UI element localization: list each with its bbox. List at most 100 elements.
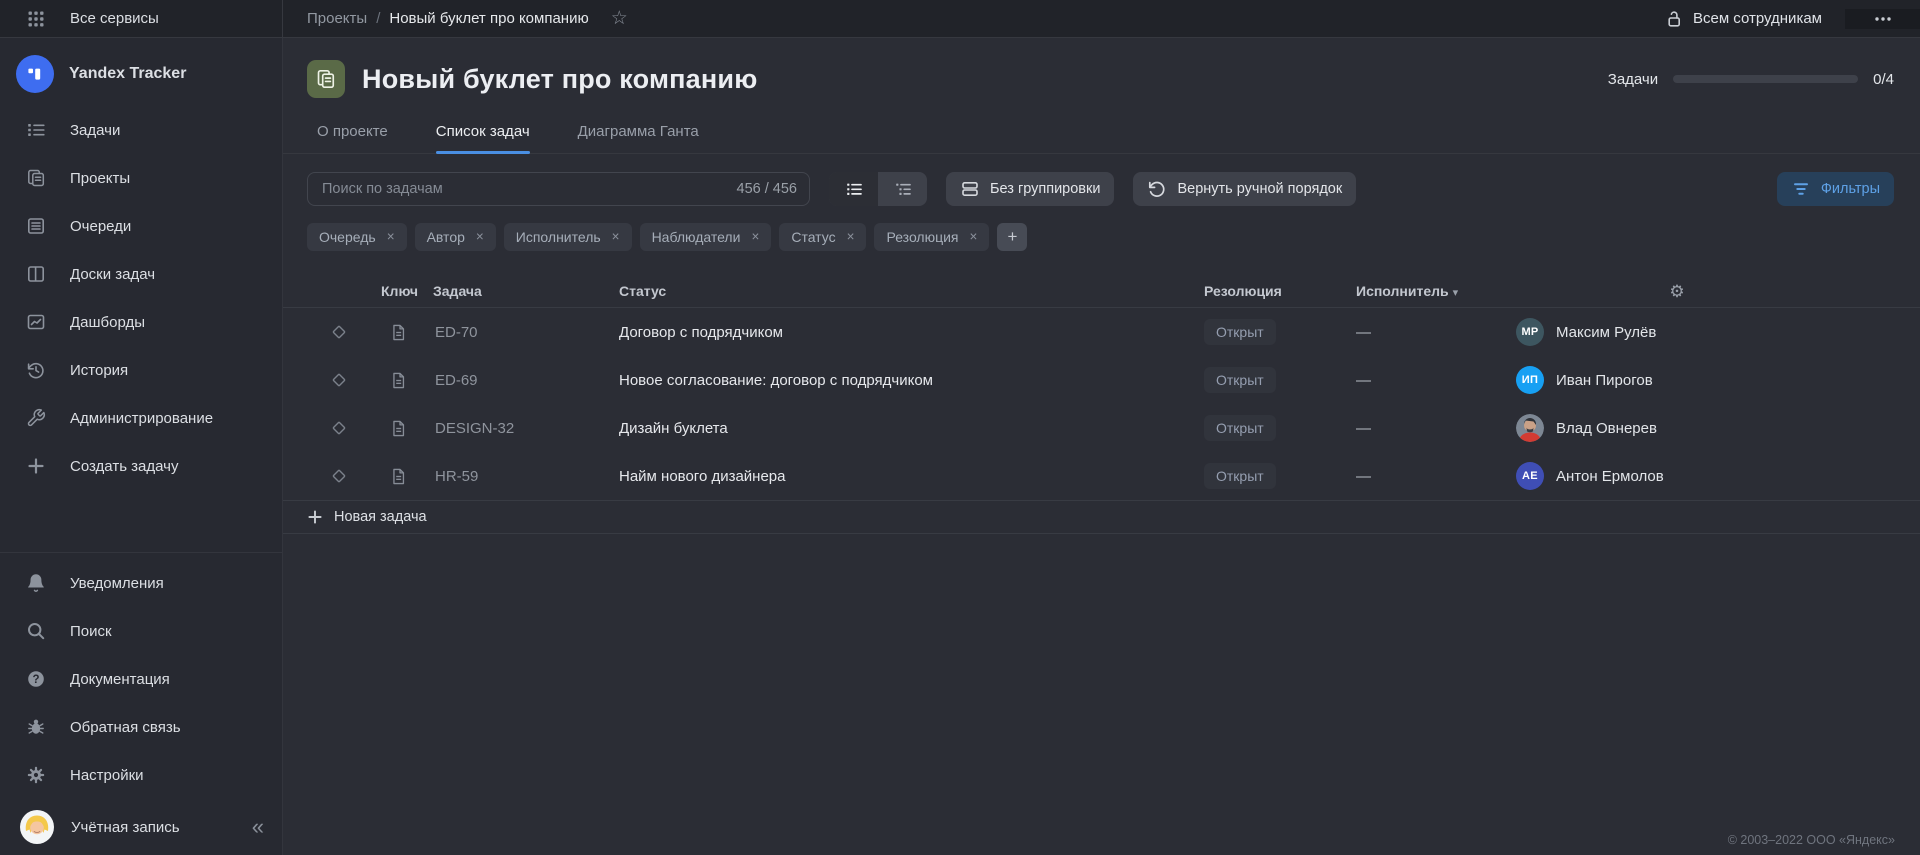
access-button[interactable]: Всем сотрудникам xyxy=(1663,9,1844,29)
plus-icon xyxy=(25,456,47,476)
bug-icon xyxy=(25,717,47,737)
drag-diamond-icon[interactable] xyxy=(329,370,349,390)
drag-diamond-icon[interactable] xyxy=(329,418,349,438)
sidebar-item-projects[interactable]: Проекты xyxy=(0,154,282,202)
filter-chips: Очередь × Автор × Исполнитель × Наблюдат… xyxy=(283,223,1920,251)
assignee-cell[interactable]: ИП Иван Пирогов xyxy=(1508,366,1846,394)
chip-label: Статус xyxy=(791,229,835,245)
table-settings-gear-icon[interactable]: ⚙ xyxy=(1669,283,1684,300)
table-row[interactable]: DESIGN-32 Дизайн буклета Открыт — xyxy=(283,404,1920,452)
assignee-cell[interactable]: Влад Овнерев xyxy=(1508,414,1846,442)
column-header-task[interactable]: Задача xyxy=(425,283,611,299)
avatar: ИП xyxy=(1516,366,1544,394)
drag-diamond-icon[interactable] xyxy=(329,322,349,342)
sidebar-item-boards[interactable]: Доски задач xyxy=(0,250,282,298)
task-key[interactable]: DESIGN-32 xyxy=(425,420,611,437)
sidebar-item-label: Доски задач xyxy=(70,266,155,283)
copyright-text: © 2003–2022 ООО «Яндекс» xyxy=(1728,833,1895,847)
task-title[interactable]: Договор с подрядчиком xyxy=(611,324,1196,341)
assignee-name: Иван Пирогов xyxy=(1556,372,1653,389)
resolution-value: — xyxy=(1348,372,1508,389)
task-key[interactable]: ED-69 xyxy=(425,372,611,389)
sidebar-item-search[interactable]: Поиск xyxy=(0,607,282,655)
sidebar-item-feedback[interactable]: Обратная связь xyxy=(0,703,282,751)
status-badge[interactable]: Открыт xyxy=(1204,463,1276,489)
sidebar-item-label: Очереди xyxy=(70,218,131,235)
task-title[interactable]: Дизайн буклета xyxy=(611,420,1196,437)
filter-chip-author[interactable]: Автор × xyxy=(415,223,496,251)
sidebar-item-account[interactable]: Учётная запись « xyxy=(0,799,282,855)
close-icon[interactable]: × xyxy=(847,230,855,244)
sidebar-item-tasks[interactable]: Задачи xyxy=(0,106,282,154)
sidebar-item-queues[interactable]: Очереди xyxy=(0,202,282,250)
sidebar-item-notifications[interactable]: Уведомления xyxy=(0,559,282,607)
breadcrumb-current[interactable]: Новый буклет про компанию xyxy=(389,10,588,27)
search-result-count: 456 / 456 xyxy=(737,181,797,197)
sidebar-item-label: Администрирование xyxy=(70,410,213,427)
close-icon[interactable]: × xyxy=(476,230,484,244)
table-row[interactable]: ED-69 Новое согласование: договор с подр… xyxy=(283,356,1920,404)
assignee-header-label: Исполнитель xyxy=(1356,283,1449,299)
column-header-key[interactable]: Ключ xyxy=(371,283,425,299)
task-key[interactable]: HR-59 xyxy=(425,468,611,485)
status-badge[interactable]: Открыт xyxy=(1204,319,1276,345)
column-header-resolution[interactable]: Резолюция xyxy=(1196,283,1348,299)
grouping-label: Без группировки xyxy=(990,181,1100,197)
all-services-button[interactable]: Все сервисы xyxy=(0,0,283,37)
table-row[interactable]: HR-59 Найм нового дизайнера Открыт — АЕ … xyxy=(283,452,1920,500)
sidebar-item-history[interactable]: История xyxy=(0,346,282,394)
table-row[interactable]: ED-70 Договор с подрядчиком Открыт — МР … xyxy=(283,308,1920,356)
sidebar-item-dashboards[interactable]: Дашборды xyxy=(0,298,282,346)
new-task-label: Новая задача xyxy=(334,509,427,525)
breadcrumb-parent-link[interactable]: Проекты xyxy=(307,10,367,27)
task-title[interactable]: Найм нового дизайнера xyxy=(611,468,1196,485)
favorite-star-icon[interactable]: ☆ xyxy=(611,9,628,28)
view-toggle xyxy=(829,172,927,206)
tree-view-icon xyxy=(893,179,913,199)
assignee-cell[interactable]: АЕ Антон Ермолов xyxy=(1508,462,1846,490)
sidebar-item-tracker-home[interactable]: Yandex Tracker xyxy=(0,50,282,98)
sidebar-item-settings[interactable]: Настройки xyxy=(0,751,282,799)
projects-icon xyxy=(25,168,47,188)
tab-gantt[interactable]: Диаграмма Ганта xyxy=(578,123,699,153)
filter-chip-queue[interactable]: Очередь × xyxy=(307,223,407,251)
sort-arrow-icon: ▾ xyxy=(1453,287,1459,299)
close-icon[interactable]: × xyxy=(970,230,978,244)
filter-chip-followers[interactable]: Наблюдатели × xyxy=(640,223,772,251)
tab-about[interactable]: О проекте xyxy=(317,123,388,153)
filter-chip-assignee[interactable]: Исполнитель × xyxy=(504,223,632,251)
close-icon[interactable]: × xyxy=(751,230,759,244)
collapse-sidebar-button[interactable]: « xyxy=(252,816,264,838)
new-task-button[interactable]: Новая задача xyxy=(283,501,1920,534)
assignee-cell[interactable]: МР Максим Рулёв xyxy=(1508,318,1846,346)
gear-icon xyxy=(25,765,47,785)
drag-diamond-icon[interactable] xyxy=(329,466,349,486)
column-header-status[interactable]: Статус xyxy=(611,283,1196,299)
grouping-button[interactable]: Без группировки xyxy=(946,172,1114,206)
tree-view-button[interactable] xyxy=(878,172,927,206)
user-avatar xyxy=(20,810,54,844)
sidebar-item-administration[interactable]: Администрирование xyxy=(0,394,282,442)
add-filter-button[interactable]: + xyxy=(997,223,1027,251)
status-badge[interactable]: Открыт xyxy=(1204,367,1276,393)
task-key[interactable]: ED-70 xyxy=(425,324,611,341)
filter-chip-status[interactable]: Статус × xyxy=(779,223,866,251)
search-input[interactable] xyxy=(320,180,727,198)
page-title: Новый буклет про компанию xyxy=(362,64,757,95)
sidebar-item-label: Создать задачу xyxy=(70,458,178,475)
status-badge[interactable]: Открыт xyxy=(1204,415,1276,441)
sidebar-item-create-task[interactable]: Создать задачу xyxy=(0,442,282,490)
restore-order-button[interactable]: Вернуть ручной порядок xyxy=(1133,172,1356,206)
more-menu-button[interactable] xyxy=(1845,9,1920,29)
project-tabs: О проекте Список задач Диаграмма Ганта xyxy=(283,98,1920,154)
filter-chip-resolution[interactable]: Резолюция × xyxy=(874,223,989,251)
tab-task-list[interactable]: Список задач xyxy=(436,123,530,153)
filters-button[interactable]: Фильтры xyxy=(1777,172,1894,206)
column-header-assignee[interactable]: Исполнитель ▾ xyxy=(1348,283,1508,299)
task-title[interactable]: Новое согласование: договор с подрядчико… xyxy=(611,372,1196,389)
list-view-button[interactable] xyxy=(829,172,878,206)
close-icon[interactable]: × xyxy=(612,230,620,244)
close-icon[interactable]: × xyxy=(387,230,395,244)
sidebar-item-documentation[interactable]: ? Документация xyxy=(0,655,282,703)
tasks-icon xyxy=(25,120,47,140)
